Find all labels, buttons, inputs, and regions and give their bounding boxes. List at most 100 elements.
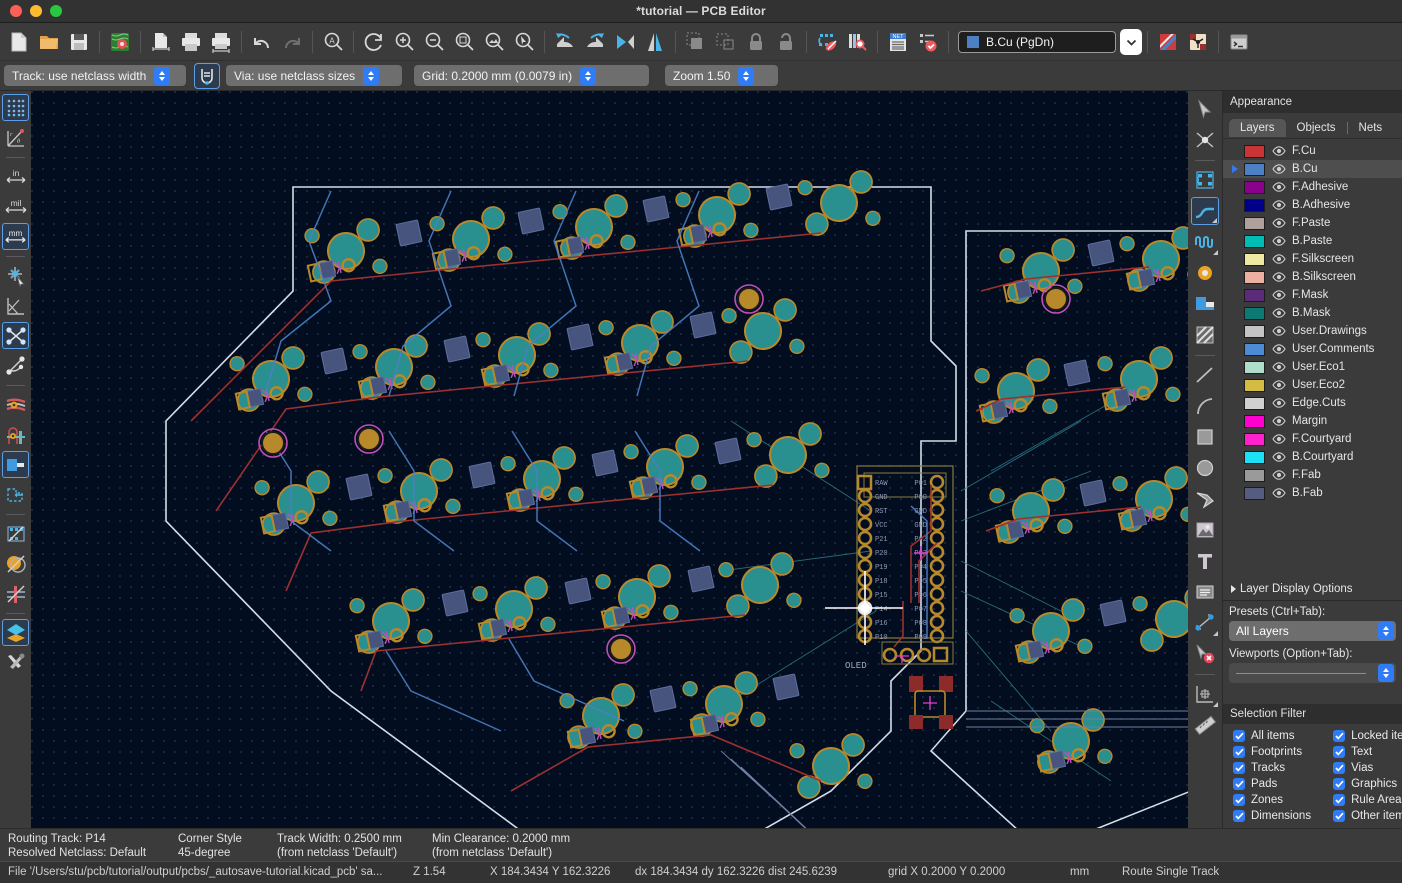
zoom-out-button[interactable] (419, 27, 449, 57)
selection-filter-rule-areas[interactable]: Rule Areas (1333, 792, 1402, 808)
checkbox[interactable] (1233, 794, 1245, 806)
hide-nets-button[interactable] (2, 580, 29, 607)
layer-color-swatch[interactable] (1244, 235, 1265, 248)
flip-horizontal-button[interactable] (610, 27, 640, 57)
zone-outline-button[interactable] (2, 481, 29, 508)
layer-row-f-paste[interactable]: F.Paste (1223, 214, 1402, 232)
layer-row-user-drawings[interactable]: User.Drawings (1223, 322, 1402, 340)
layer-color-swatch[interactable] (1244, 379, 1265, 392)
draw-zone-tool[interactable] (1191, 290, 1219, 318)
layer-color-swatch[interactable] (1244, 469, 1265, 482)
active-layer-selector[interactable]: B.Cu (PgDn) (958, 31, 1116, 53)
layer-color-swatch[interactable] (1244, 163, 1265, 176)
pad-fill-button[interactable] (2, 451, 29, 478)
layer-visibility-icon[interactable] (1272, 416, 1286, 426)
layer-visibility-icon[interactable] (1272, 164, 1286, 174)
highlight-net-tool[interactable] (1191, 126, 1219, 154)
open-board-button[interactable] (34, 27, 64, 57)
track-width-stepper[interactable] (154, 67, 170, 85)
layer-visibility-icon[interactable] (1272, 452, 1286, 462)
tab-layers[interactable]: Layers (1229, 119, 1286, 137)
tool-submenu-indicator[interactable] (1213, 250, 1218, 255)
layer-row-b-courtyard[interactable]: B.Courtyard (1223, 448, 1402, 466)
zoom-in-button[interactable] (389, 27, 419, 57)
place-footprint-tool[interactable] (1191, 166, 1219, 194)
selection-filter-other-items[interactable]: Other items (1333, 808, 1402, 824)
selection-filter-pads[interactable]: Pads (1233, 776, 1311, 792)
layer-visibility-icon[interactable] (1272, 218, 1286, 228)
tab-nets[interactable]: Nets (1348, 119, 1394, 137)
layer-row-f-courtyard[interactable]: F.Courtyard (1223, 430, 1402, 448)
new-board-button[interactable] (4, 27, 34, 57)
layer-visibility-icon[interactable] (1272, 326, 1286, 336)
draw-rule-area-tool[interactable] (1191, 321, 1219, 349)
toggle-polar-coords-button[interactable]: rθ (2, 124, 29, 151)
selection-filter-vias[interactable]: Vias (1333, 760, 1402, 776)
footprint-editor-button[interactable] (812, 27, 842, 57)
layer-visibility-icon[interactable] (1272, 254, 1286, 264)
layer-color-swatch[interactable] (1244, 487, 1265, 500)
units-millimeters-button[interactable]: mm (2, 223, 29, 250)
unlock-button[interactable] (771, 27, 801, 57)
layers-list[interactable]: F.CuB.CuF.AdhesiveB.AdhesiveF.PasteB.Pas… (1223, 139, 1402, 579)
selection-filter-locked-items[interactable]: Locked items (1333, 728, 1402, 744)
layer-color-swatch[interactable] (1244, 325, 1265, 338)
layer-color-swatch[interactable] (1244, 343, 1265, 356)
presets-selector[interactable]: All Layers (1229, 621, 1396, 641)
layer-color-swatch[interactable] (1244, 271, 1265, 284)
layer-row-f-silkscreen[interactable]: F.Silkscreen (1223, 250, 1402, 268)
layer-visibility-icon[interactable] (1272, 398, 1286, 408)
save-board-button[interactable] (64, 27, 94, 57)
track-fill-button[interactable] (2, 391, 29, 418)
layer-row-edge-cuts[interactable]: Edge.Cuts (1223, 394, 1402, 412)
layer-row-b-fab[interactable]: B.Fab (1223, 484, 1402, 502)
scripting-console-button[interactable] (1224, 27, 1254, 57)
layer-color-swatch[interactable] (1244, 199, 1265, 212)
checkbox[interactable] (1333, 762, 1345, 774)
layer-color-swatch[interactable] (1244, 307, 1265, 320)
layer-visibility-icon[interactable] (1272, 434, 1286, 444)
layer-row-f-cu[interactable]: F.Cu (1223, 142, 1402, 160)
layer-visibility-icon[interactable] (1272, 362, 1286, 372)
layer-color-swatch[interactable] (1244, 433, 1265, 446)
layer-color-swatch[interactable] (1244, 397, 1265, 410)
checkbox[interactable] (1333, 778, 1345, 790)
page-settings-button[interactable] (146, 27, 176, 57)
layer-color-swatch[interactable] (1244, 361, 1265, 374)
tune-length-tool[interactable] (1191, 228, 1219, 256)
lock-button[interactable] (741, 27, 771, 57)
layer-color-swatch[interactable] (1244, 415, 1265, 428)
flip-vertical-button[interactable] (640, 27, 670, 57)
checkbox[interactable] (1233, 730, 1245, 742)
layer-color-swatch[interactable] (1244, 145, 1265, 158)
place-textbox-tool[interactable] (1191, 578, 1219, 606)
selection-filter-tracks[interactable]: Tracks (1233, 760, 1311, 776)
layer-color-swatch[interactable] (1244, 217, 1265, 230)
checkbox[interactable] (1233, 746, 1245, 758)
layer-visibility-icon[interactable] (1272, 344, 1286, 354)
draw-rectangle-tool[interactable] (1191, 423, 1219, 451)
zoom-stepper[interactable] (738, 67, 754, 85)
drc-button[interactable] (913, 27, 943, 57)
checkbox[interactable] (1333, 810, 1345, 822)
checkbox[interactable] (1333, 730, 1345, 742)
pcb-canvas[interactable]: RAWGNDRSTVCCP21P20P19P18P15P14P16P10P01P… (31, 91, 1188, 828)
tool-submenu-indicator[interactable] (1213, 702, 1218, 707)
curved-ratsnest-button[interactable] (2, 352, 29, 379)
checkbox[interactable] (1333, 794, 1345, 806)
layer-visibility-icon[interactable] (1272, 380, 1286, 390)
draw-arc-tool[interactable] (1191, 392, 1219, 420)
place-image-tool[interactable] (1191, 516, 1219, 544)
layer-row-f-adhesive[interactable]: F.Adhesive (1223, 178, 1402, 196)
grid-selector[interactable]: Grid: 0.2000 mm (0.0079 in) (414, 65, 649, 86)
zone-fill-button[interactable] (2, 520, 29, 547)
layer-row-b-paste[interactable]: B.Paste (1223, 232, 1402, 250)
zoom-selection-button[interactable] (509, 27, 539, 57)
toggle-cursor-button[interactable] (2, 262, 29, 289)
units-inches-button[interactable]: in (2, 163, 29, 190)
layer-visibility-icon[interactable] (1272, 308, 1286, 318)
ungroup-button[interactable] (711, 27, 741, 57)
layer-color-swatch[interactable] (1244, 451, 1265, 464)
layer-row-user-eco2[interactable]: User.Eco2 (1223, 376, 1402, 394)
selection-filter-zones[interactable]: Zones (1233, 792, 1311, 808)
